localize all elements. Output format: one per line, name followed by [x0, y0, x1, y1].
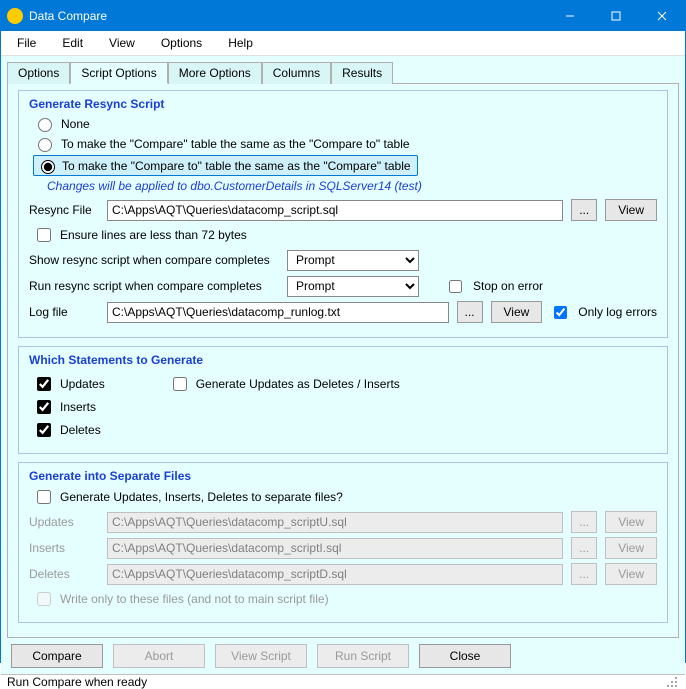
group-separate-title: Generate into Separate Files: [29, 469, 657, 483]
show-when-select[interactable]: Prompt: [287, 250, 419, 271]
group-which-title: Which Statements to Generate: [29, 353, 657, 367]
only-log-errors-label: Only log errors: [578, 305, 657, 319]
stop-on-error-label: Stop on error: [473, 279, 543, 293]
ensure-72-checkbox[interactable]: [37, 228, 51, 242]
window-title: Data Compare: [29, 9, 547, 23]
tab-page-script-options: Generate Resync Script None To make the …: [7, 83, 679, 638]
sep-deletes-input: [107, 564, 563, 585]
menu-options[interactable]: Options: [151, 33, 212, 53]
radio-compare-to-compare-to[interactable]: [38, 138, 52, 152]
run-when-label: Run resync script when compare completes: [29, 279, 279, 293]
bottom-button-bar: Compare Abort View Script Run Script Clo…: [7, 638, 679, 674]
maximize-button[interactable]: [593, 1, 639, 31]
show-when-label: Show resync script when compare complete…: [29, 253, 279, 267]
close-button[interactable]: [639, 1, 685, 31]
abort-button: Abort: [113, 644, 205, 668]
statusbar: Run Compare when ready: [1, 674, 685, 689]
tab-more-options[interactable]: More Options: [168, 62, 262, 84]
tab-options[interactable]: Options: [7, 62, 70, 84]
log-file-browse-button[interactable]: ...: [457, 301, 483, 323]
tab-script-options[interactable]: Script Options: [70, 62, 167, 84]
close-dialog-button[interactable]: Close: [419, 644, 511, 668]
radio-compare-to-compare-label: To make the "Compare to" table the same …: [62, 159, 411, 173]
resize-grip-icon[interactable]: [665, 675, 679, 689]
sep-inserts-label: Inserts: [29, 541, 99, 555]
sep-deletes-label: Deletes: [29, 567, 99, 581]
sep-updates-input: [107, 512, 563, 533]
inserts-label: Inserts: [60, 400, 96, 414]
log-file-label: Log file: [29, 305, 99, 319]
menu-help[interactable]: Help: [218, 33, 263, 53]
minimize-button[interactable]: [547, 1, 593, 31]
gen-as-deletes-inserts-checkbox[interactable]: [173, 377, 187, 391]
menubar: File Edit View Options Help: [1, 31, 685, 56]
sep-updates-view-button: View: [605, 511, 657, 533]
deletes-label: Deletes: [60, 423, 101, 437]
client-area: Options Script Options More Options Colu…: [1, 56, 685, 674]
menu-file[interactable]: File: [7, 33, 46, 53]
sep-inserts-browse-button: ...: [571, 537, 597, 559]
inserts-checkbox[interactable]: [37, 400, 51, 414]
updates-label: Updates: [60, 377, 105, 391]
gen-as-deletes-inserts-label: Generate Updates as Deletes / Inserts: [196, 377, 400, 391]
radio-none[interactable]: [38, 118, 52, 132]
tab-columns[interactable]: Columns: [262, 62, 331, 84]
sep-updates-label: Updates: [29, 515, 99, 529]
menu-view[interactable]: View: [99, 33, 145, 53]
run-when-select[interactable]: Prompt: [287, 276, 419, 297]
sep-deletes-browse-button: ...: [571, 563, 597, 585]
resync-file-view-button[interactable]: View: [605, 199, 657, 221]
tab-strip: Options Script Options More Options Colu…: [7, 61, 679, 83]
group-separate-files: Generate into Separate Files Generate Up…: [18, 462, 668, 623]
compare-button[interactable]: Compare: [11, 644, 103, 668]
gen-separate-label: Generate Updates, Inserts, Deletes to se…: [60, 490, 343, 504]
write-only-label: Write only to these files (and not to ma…: [60, 592, 329, 606]
tab-results[interactable]: Results: [331, 62, 393, 84]
group-resync-title: Generate Resync Script: [29, 97, 657, 111]
menu-edit[interactable]: Edit: [52, 33, 93, 53]
status-text: Run Compare when ready: [7, 675, 147, 689]
app-icon: [7, 8, 23, 24]
sep-inserts-input: [107, 538, 563, 559]
sep-updates-browse-button: ...: [571, 511, 597, 533]
view-script-button: View Script: [215, 644, 307, 668]
radio-compare-to-compare-to-label: To make the "Compare" table the same as …: [61, 137, 410, 151]
write-only-checkbox: [37, 592, 51, 606]
gen-separate-checkbox[interactable]: [37, 490, 51, 504]
only-log-errors-checkbox[interactable]: [554, 306, 567, 319]
updates-checkbox[interactable]: [37, 377, 51, 391]
resync-note: Changes will be applied to dbo.CustomerD…: [47, 179, 657, 193]
resync-file-browse-button[interactable]: ...: [571, 199, 597, 221]
group-which: Which Statements to Generate Updates Ins…: [18, 346, 668, 454]
resync-file-label: Resync File: [29, 203, 99, 217]
resync-file-input[interactable]: [107, 200, 563, 221]
sep-inserts-view-button: View: [605, 537, 657, 559]
log-file-input[interactable]: [107, 302, 449, 323]
radio-none-label: None: [61, 117, 90, 131]
window-buttons: [547, 1, 685, 31]
deletes-checkbox[interactable]: [37, 423, 51, 437]
radio-compare-to-compare[interactable]: [41, 160, 55, 174]
titlebar: Data Compare: [1, 1, 685, 31]
ensure-72-label: Ensure lines are less than 72 bytes: [60, 228, 247, 242]
stop-on-error-checkbox[interactable]: [449, 280, 462, 293]
sep-deletes-view-button: View: [605, 563, 657, 585]
log-file-view-button[interactable]: View: [491, 301, 543, 323]
run-script-button: Run Script: [317, 644, 409, 668]
group-resync: Generate Resync Script None To make the …: [18, 90, 668, 338]
